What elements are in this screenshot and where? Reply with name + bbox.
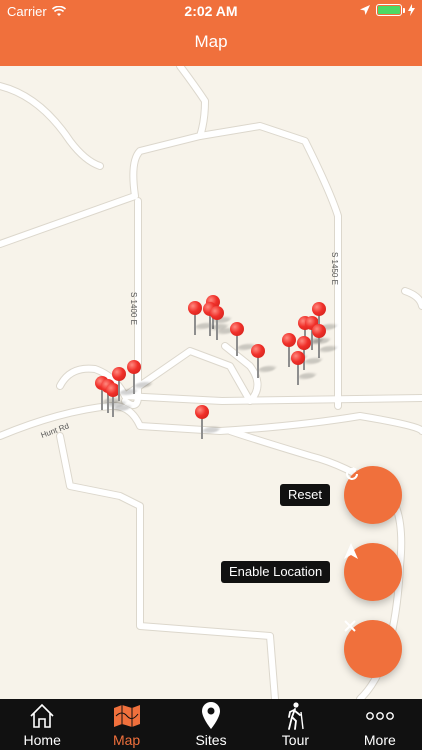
location-arrow-icon bbox=[360, 5, 370, 15]
location-pin-icon bbox=[196, 701, 226, 731]
hiker-icon bbox=[280, 701, 310, 731]
tab-tour-label: Tour bbox=[281, 732, 310, 748]
tab-more[interactable]: More bbox=[338, 699, 422, 750]
tab-map-label: Map bbox=[112, 732, 141, 748]
enable-location-button[interactable] bbox=[344, 543, 402, 601]
map-pin[interactable] bbox=[291, 351, 318, 387]
header: Carrier 2:02 AM Map bbox=[0, 0, 422, 66]
navigation-arrow-icon bbox=[344, 543, 358, 559]
charging-icon bbox=[408, 4, 415, 16]
map-pin[interactable] bbox=[127, 360, 154, 396]
map-pin[interactable] bbox=[188, 301, 215, 337]
tab-bar: Home Map Sites Tour More bbox=[0, 699, 422, 750]
battery-icon bbox=[376, 4, 405, 16]
tab-map[interactable]: Map bbox=[84, 699, 168, 750]
map-pin[interactable] bbox=[112, 367, 139, 403]
close-menu-button[interactable] bbox=[344, 620, 402, 678]
road-label-hunt: Hunt Rd bbox=[40, 421, 71, 439]
tab-tour[interactable]: Tour bbox=[253, 699, 337, 750]
status-bar: Carrier 2:02 AM bbox=[0, 0, 422, 22]
map-pin[interactable] bbox=[251, 344, 278, 380]
map-roads: S 1400 E S 1450 E Hunt Rd bbox=[0, 66, 422, 699]
map-pin[interactable] bbox=[230, 322, 257, 358]
map-pin[interactable] bbox=[195, 405, 222, 441]
more-icon bbox=[365, 701, 395, 731]
tab-sites-label: Sites bbox=[195, 732, 227, 748]
road-label-1450: S 1450 E bbox=[330, 252, 339, 285]
status-right bbox=[360, 4, 415, 16]
road-label-1400: S 1400 E bbox=[129, 292, 138, 325]
reset-label: Reset bbox=[280, 484, 330, 506]
refresh-icon bbox=[346, 467, 358, 480]
tab-more-label: More bbox=[363, 732, 396, 748]
tab-home[interactable]: Home bbox=[0, 699, 84, 750]
home-icon bbox=[27, 701, 57, 731]
close-icon bbox=[344, 620, 356, 632]
tab-sites[interactable]: Sites bbox=[169, 699, 253, 750]
map-view[interactable]: S 1400 E S 1450 E Hunt Rd Reset Enable L… bbox=[0, 66, 422, 699]
app-root: Carrier 2:02 AM Map S 1400 E S 1450 E Hu… bbox=[0, 0, 422, 750]
reset-button[interactable] bbox=[344, 466, 402, 524]
enable-location-label: Enable Location bbox=[221, 561, 331, 583]
map-pin[interactable] bbox=[210, 306, 237, 342]
map-icon bbox=[112, 701, 142, 731]
map-pin[interactable] bbox=[312, 324, 339, 360]
page-title: Map bbox=[194, 32, 228, 51]
tab-home-label: Home bbox=[23, 732, 61, 748]
status-time: 2:02 AM bbox=[184, 3, 238, 19]
